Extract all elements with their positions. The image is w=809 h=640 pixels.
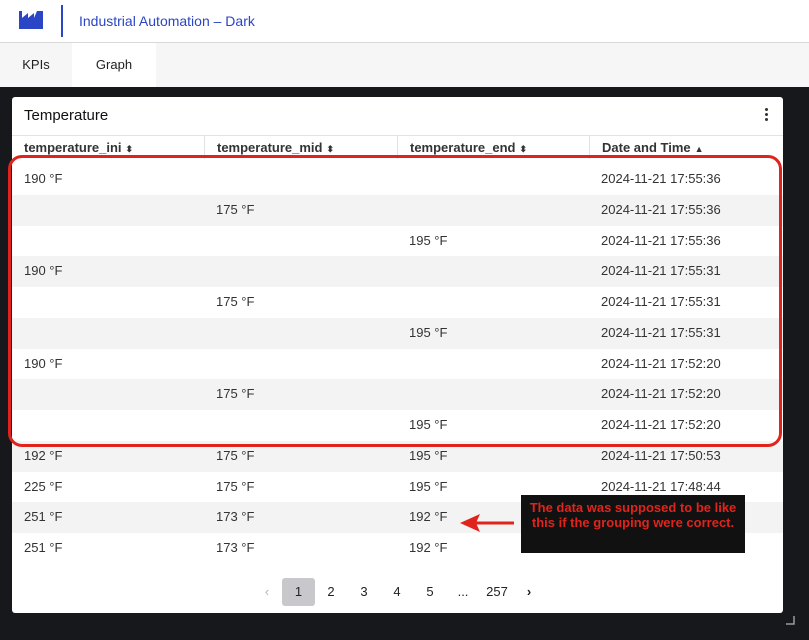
cell-temperature-end: 195 °F xyxy=(409,324,448,340)
cell-temperature-end: 195 °F xyxy=(409,447,448,463)
sort-icon: ⬍ xyxy=(326,144,335,154)
cell-temperature-ini: 190 °F xyxy=(24,355,63,371)
kebab-menu-icon[interactable] xyxy=(763,108,769,124)
cell-temperature-ini: 190 °F xyxy=(24,263,63,279)
cell-temperature-mid: 173 °F xyxy=(216,509,255,525)
cell-temperature-mid xyxy=(204,226,397,257)
resize-handle-icon[interactable] xyxy=(786,616,795,625)
cell-date-time: 2024-11-21 17:55:31 xyxy=(601,324,721,340)
cell-temperature-mid xyxy=(204,349,397,380)
table-row: 195 °F 2024-11-21 17:55:31 xyxy=(12,317,783,349)
sort-icon: ⬍ xyxy=(125,144,134,154)
cell-temperature-mid xyxy=(204,164,397,195)
cell-temperature-ini xyxy=(12,318,204,349)
cell-temperature-mid: 175 °F xyxy=(216,201,255,217)
annotation-arrow-icon xyxy=(460,514,514,532)
cell-date-time: 2024-11-21 17:50:53 xyxy=(601,447,721,463)
page-5-button[interactable]: 5 xyxy=(419,578,441,606)
cell-temperature-mid xyxy=(204,318,397,349)
cell-temperature-mid: 175 °F xyxy=(216,447,255,463)
tab-bar: KPIs Graph xyxy=(0,43,809,87)
cell-temperature-ini xyxy=(12,195,204,226)
cell-date-time: 2024-11-21 17:52:20 xyxy=(601,386,721,402)
column-label: temperature_end xyxy=(410,140,516,155)
cell-temperature-mid: 175 °F xyxy=(216,386,255,402)
table-row: 190 °F 2024-11-21 17:55:31 xyxy=(12,256,783,287)
page-257-button[interactable]: 257 xyxy=(480,578,514,606)
column-header-temperature-end[interactable]: temperature_end ⬍ xyxy=(397,136,589,159)
cell-temperature-ini: 251 °F xyxy=(24,540,63,555)
cell-temperature-end: 195 °F xyxy=(409,417,448,432)
top-header: Industrial Automation – Dark xyxy=(0,0,809,43)
table-row: 190 °F 2024-11-21 17:55:36 xyxy=(12,164,783,195)
pagination: ‹ 1 2 3 4 5 ... 257 › xyxy=(12,575,783,609)
cell-temperature-end xyxy=(397,195,589,226)
cell-temperature-mid xyxy=(204,410,397,441)
table-row: 195 °F 2024-11-21 17:55:36 xyxy=(12,226,783,257)
page-3-button[interactable]: 3 xyxy=(353,578,375,606)
cell-temperature-ini xyxy=(12,287,204,318)
cell-date-time: 2024-11-21 17:55:31 xyxy=(601,294,721,309)
cell-temperature-ini xyxy=(12,226,204,257)
cell-temperature-ini xyxy=(12,379,204,410)
cell-temperature-ini xyxy=(12,410,204,441)
factory-icon[interactable] xyxy=(19,9,43,29)
page-1-button[interactable]: 1 xyxy=(282,578,315,606)
table-row: 175 °F 2024-11-21 17:55:36 xyxy=(12,194,783,226)
cell-temperature-mid xyxy=(204,256,397,287)
table-row: 195 °F 2024-11-21 17:52:20 xyxy=(12,410,783,441)
column-header-date-time[interactable]: Date and Time ▲ xyxy=(589,136,783,159)
cell-temperature-end xyxy=(397,256,589,287)
cell-temperature-mid: 175 °F xyxy=(216,294,255,309)
header-divider xyxy=(61,5,63,37)
page-2-button[interactable]: 2 xyxy=(320,578,342,606)
cell-temperature-end xyxy=(397,164,589,195)
table-row: 190 °F 2024-11-21 17:52:20 xyxy=(12,349,783,380)
cell-date-time: 2024-11-21 17:55:36 xyxy=(601,232,721,248)
page-4-button[interactable]: 4 xyxy=(386,578,408,606)
pagination-ellipsis: ... xyxy=(457,584,469,599)
cell-date-time: 2024-11-21 17:55:31 xyxy=(601,263,721,279)
cell-temperature-end xyxy=(397,287,589,318)
column-header-temperature-mid[interactable]: temperature_mid ⬍ xyxy=(204,136,397,159)
table-row: 175 °F 2024-11-21 17:55:31 xyxy=(12,287,783,318)
table-header: temperature_ini ⬍ temperature_mid ⬍ temper… xyxy=(12,135,783,159)
card-title: Temperature xyxy=(24,107,109,124)
next-page-button[interactable]: › xyxy=(518,578,540,606)
cell-date-time: 2024-11-21 17:55:36 xyxy=(601,171,721,186)
cell-temperature-ini: 192 °F xyxy=(24,447,63,463)
annotation-note: The data was supposed to be like this if… xyxy=(521,495,745,553)
previous-page-button[interactable]: ‹ xyxy=(256,578,278,606)
cell-temperature-end xyxy=(397,349,589,380)
cell-temperature-mid: 175 °F xyxy=(216,478,255,494)
cell-temperature-ini: 190 °F xyxy=(24,171,63,186)
cell-date-time: 2024-11-21 17:55:36 xyxy=(601,201,721,217)
table-row: 192 °F 175 °F 195 °F 2024-11-21 17:50:53 xyxy=(12,440,783,472)
column-label: temperature_ini xyxy=(24,140,122,155)
cell-temperature-mid: 173 °F xyxy=(216,540,255,555)
column-header-temperature-ini[interactable]: temperature_ini ⬍ xyxy=(12,136,204,159)
cell-temperature-ini: 225 °F xyxy=(24,478,63,494)
cell-date-time: 2024-11-21 17:52:20 xyxy=(601,417,721,432)
column-label: Date and Time xyxy=(602,140,691,155)
table-row: 175 °F 2024-11-21 17:52:20 xyxy=(12,379,783,410)
app-title: Industrial Automation – Dark xyxy=(79,13,255,29)
sort-icon: ⬍ xyxy=(519,144,528,154)
cell-temperature-ini: 251 °F xyxy=(24,509,63,525)
cell-temperature-end: 195 °F xyxy=(409,232,448,248)
tab-kpis[interactable]: KPIs xyxy=(0,43,72,87)
sort-ascending-icon: ▲ xyxy=(694,144,704,154)
tab-graph[interactable]: Graph xyxy=(72,43,156,87)
cell-temperature-end xyxy=(397,379,589,410)
cell-date-time: 2024-11-21 17:52:20 xyxy=(601,355,721,371)
column-label: temperature_mid xyxy=(217,140,323,155)
